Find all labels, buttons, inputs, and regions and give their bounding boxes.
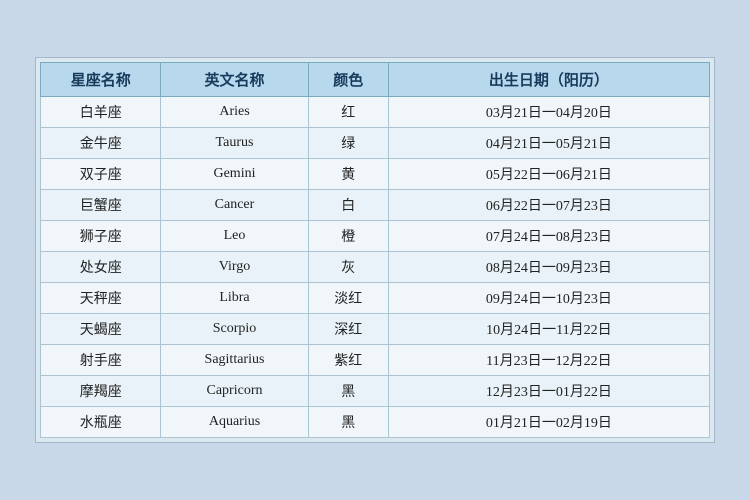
table-row: 处女座Virgo灰08月24日一09月23日 <box>41 252 710 283</box>
cell-date: 10月24日一11月22日 <box>388 314 709 345</box>
cell-en: Capricorn <box>161 376 308 407</box>
cell-date: 05月22日一06月21日 <box>388 159 709 190</box>
table-row: 双子座Gemini黄05月22日一06月21日 <box>41 159 710 190</box>
table-row: 天蝎座Scorpio深红10月24日一11月22日 <box>41 314 710 345</box>
cell-date: 04月21日一05月21日 <box>388 128 709 159</box>
cell-zh: 水瓶座 <box>41 407 161 438</box>
cell-zh: 射手座 <box>41 345 161 376</box>
table-row: 白羊座Aries红03月21日一04月20日 <box>41 97 710 128</box>
cell-date: 11月23日一12月22日 <box>388 345 709 376</box>
cell-date: 08月24日一09月23日 <box>388 252 709 283</box>
cell-zh: 处女座 <box>41 252 161 283</box>
cell-color: 紫红 <box>308 345 388 376</box>
cell-color: 黑 <box>308 407 388 438</box>
cell-color: 橙 <box>308 221 388 252</box>
cell-en: Sagittarius <box>161 345 308 376</box>
cell-en: Scorpio <box>161 314 308 345</box>
cell-en: Gemini <box>161 159 308 190</box>
cell-zh: 金牛座 <box>41 128 161 159</box>
table-row: 摩羯座Capricorn黑12月23日一01月22日 <box>41 376 710 407</box>
table-row: 金牛座Taurus绿04月21日一05月21日 <box>41 128 710 159</box>
cell-date: 03月21日一04月20日 <box>388 97 709 128</box>
header-en: 英文名称 <box>161 63 308 97</box>
table-row: 水瓶座Aquarius黑01月21日一02月19日 <box>41 407 710 438</box>
cell-en: Libra <box>161 283 308 314</box>
cell-color: 绿 <box>308 128 388 159</box>
cell-en: Taurus <box>161 128 308 159</box>
cell-en: Cancer <box>161 190 308 221</box>
cell-zh: 双子座 <box>41 159 161 190</box>
cell-date: 09月24日一10月23日 <box>388 283 709 314</box>
cell-en: Virgo <box>161 252 308 283</box>
table-row: 巨蟹座Cancer白06月22日一07月23日 <box>41 190 710 221</box>
cell-zh: 狮子座 <box>41 221 161 252</box>
header-zh: 星座名称 <box>41 63 161 97</box>
cell-en: Aquarius <box>161 407 308 438</box>
cell-color: 黄 <box>308 159 388 190</box>
cell-color: 黑 <box>308 376 388 407</box>
cell-color: 灰 <box>308 252 388 283</box>
cell-en: Leo <box>161 221 308 252</box>
cell-zh: 天秤座 <box>41 283 161 314</box>
cell-zh: 天蝎座 <box>41 314 161 345</box>
table-row: 射手座Sagittarius紫红11月23日一12月22日 <box>41 345 710 376</box>
cell-date: 12月23日一01月22日 <box>388 376 709 407</box>
header-date: 出生日期（阳历） <box>388 63 709 97</box>
zodiac-table: 星座名称 英文名称 颜色 出生日期（阳历） 白羊座Aries红03月21日一04… <box>40 62 710 438</box>
cell-color: 淡红 <box>308 283 388 314</box>
cell-zh: 摩羯座 <box>41 376 161 407</box>
cell-zh: 白羊座 <box>41 97 161 128</box>
cell-color: 白 <box>308 190 388 221</box>
cell-en: Aries <box>161 97 308 128</box>
cell-zh: 巨蟹座 <box>41 190 161 221</box>
table-row: 天秤座Libra淡红09月24日一10月23日 <box>41 283 710 314</box>
cell-date: 01月21日一02月19日 <box>388 407 709 438</box>
cell-color: 红 <box>308 97 388 128</box>
table-header-row: 星座名称 英文名称 颜色 出生日期（阳历） <box>41 63 710 97</box>
cell-date: 07月24日一08月23日 <box>388 221 709 252</box>
table-row: 狮子座Leo橙07月24日一08月23日 <box>41 221 710 252</box>
cell-date: 06月22日一07月23日 <box>388 190 709 221</box>
cell-color: 深红 <box>308 314 388 345</box>
zodiac-table-container: 星座名称 英文名称 颜色 出生日期（阳历） 白羊座Aries红03月21日一04… <box>35 57 715 443</box>
header-color: 颜色 <box>308 63 388 97</box>
